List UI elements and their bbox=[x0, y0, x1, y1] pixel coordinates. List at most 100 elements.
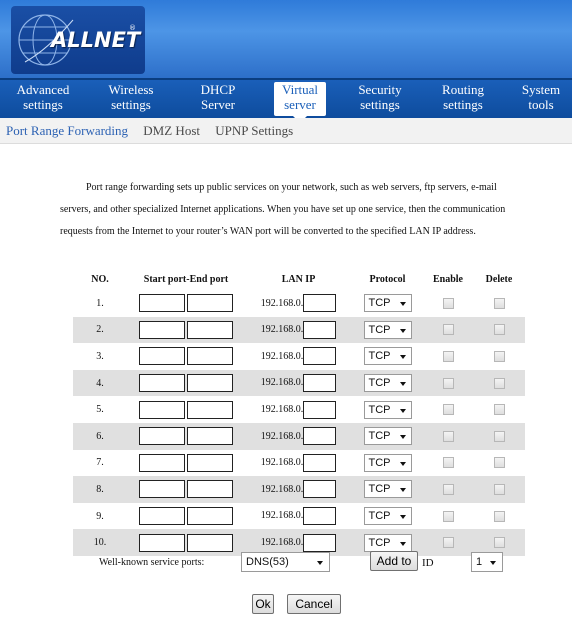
lan-ip-cell: 192.168.0. bbox=[245, 476, 352, 503]
enable-cell bbox=[423, 502, 473, 530]
protocol-select[interactable]: TCP bbox=[363, 427, 412, 446]
delete-checkbox[interactable] bbox=[493, 537, 505, 549]
protocol-select[interactable]: TCP bbox=[363, 507, 412, 526]
protocol-select[interactable]: TCP bbox=[363, 294, 412, 313]
lan-ip-input[interactable] bbox=[303, 427, 337, 446]
protocol-cell: TCP bbox=[352, 449, 423, 477]
nav-label-line2: settings bbox=[443, 97, 483, 112]
nav-advanced-settings[interactable]: Advanced settings bbox=[8, 82, 78, 116]
end-port-input[interactable] bbox=[187, 400, 233, 419]
delete-checkbox[interactable] bbox=[493, 404, 505, 416]
protocol-select[interactable]: TCP bbox=[363, 400, 412, 419]
end-port-input[interactable] bbox=[187, 427, 233, 446]
protocol-select[interactable]: TCP bbox=[363, 347, 412, 366]
start-port-input[interactable] bbox=[139, 374, 185, 393]
brand-logo: ALLNET ® bbox=[11, 6, 145, 74]
lan-ip-input[interactable] bbox=[303, 453, 337, 472]
lan-ip-input[interactable] bbox=[303, 480, 337, 499]
chevron-down-icon bbox=[399, 515, 406, 520]
well-known-select[interactable]: DNS(53) bbox=[241, 552, 330, 572]
nav-system-tools[interactable]: System tools bbox=[516, 82, 566, 116]
nav-label-line2: server bbox=[284, 97, 316, 112]
nav-label-line1: Wireless bbox=[108, 82, 154, 97]
ok-button[interactable]: Ok bbox=[252, 594, 274, 614]
nav-label-line2: settings bbox=[23, 97, 63, 112]
end-port-input[interactable] bbox=[187, 507, 233, 526]
nav-virtual-server[interactable]: Virtual server bbox=[274, 82, 326, 123]
lan-ip-input[interactable] bbox=[303, 507, 337, 526]
enable-checkbox[interactable] bbox=[442, 377, 454, 389]
header-banner: ALLNET ® bbox=[0, 0, 572, 78]
chevron-down-icon bbox=[399, 328, 406, 333]
delete-checkbox[interactable] bbox=[493, 351, 505, 363]
subnav-dmz-host[interactable]: DMZ Host bbox=[143, 123, 200, 138]
header-enable: Enable bbox=[423, 268, 473, 290]
delete-checkbox[interactable] bbox=[493, 377, 505, 389]
enable-cell bbox=[423, 396, 473, 423]
protocol-select[interactable]: TCP bbox=[363, 320, 412, 339]
row-number: 5. bbox=[73, 396, 127, 423]
enable-checkbox[interactable] bbox=[442, 484, 454, 496]
lan-ip-input[interactable] bbox=[303, 320, 337, 339]
enable-checkbox[interactable] bbox=[442, 404, 454, 416]
enable-checkbox[interactable] bbox=[442, 537, 454, 549]
nav-label-line1: Advanced bbox=[16, 82, 70, 97]
delete-cell bbox=[473, 290, 525, 317]
protocol-select[interactable]: TCP bbox=[363, 480, 412, 499]
delete-checkbox[interactable] bbox=[493, 297, 505, 309]
protocol-select[interactable]: TCP bbox=[363, 453, 412, 472]
enable-checkbox[interactable] bbox=[442, 510, 454, 522]
enable-checkbox[interactable] bbox=[442, 297, 454, 309]
delete-checkbox[interactable] bbox=[493, 430, 505, 442]
port-range-cell bbox=[127, 422, 245, 450]
well-known-value: DNS(53) bbox=[246, 556, 289, 568]
delete-checkbox[interactable] bbox=[493, 457, 505, 469]
row-number: 7. bbox=[73, 449, 127, 477]
subnav-upnp-settings[interactable]: UPNP Settings bbox=[215, 123, 293, 138]
delete-checkbox[interactable] bbox=[493, 484, 505, 496]
start-port-input[interactable] bbox=[139, 480, 185, 499]
nav-label-line2: Server bbox=[201, 97, 235, 112]
nav-label-line1: DHCP bbox=[200, 82, 236, 97]
table-row: 1. 192.168.0. TCP bbox=[73, 290, 525, 317]
end-port-input[interactable] bbox=[187, 294, 233, 313]
nav-dhcp-server[interactable]: DHCP Server bbox=[188, 82, 248, 116]
id-select[interactable]: 1 bbox=[471, 552, 503, 572]
start-port-input[interactable] bbox=[139, 427, 185, 446]
nav-wireless-settings[interactable]: Wireless settings bbox=[98, 82, 164, 116]
nav-routing-settings[interactable]: Routing settings bbox=[432, 82, 494, 116]
lan-ip-input[interactable] bbox=[303, 374, 337, 393]
start-port-input[interactable] bbox=[139, 400, 185, 419]
lan-ip-input[interactable] bbox=[303, 347, 337, 366]
protocol-select[interactable]: TCP bbox=[363, 374, 412, 393]
cancel-button[interactable]: Cancel bbox=[287, 594, 341, 614]
start-port-input[interactable] bbox=[139, 453, 185, 472]
start-port-input[interactable] bbox=[139, 347, 185, 366]
lan-ip-input[interactable] bbox=[303, 294, 337, 313]
enable-checkbox[interactable] bbox=[442, 457, 454, 469]
lan-ip-input[interactable] bbox=[303, 400, 337, 419]
header-no: NO. bbox=[73, 268, 127, 290]
enable-cell bbox=[423, 449, 473, 477]
add-to-button[interactable]: Add to bbox=[370, 551, 418, 571]
protocol-value: TCP bbox=[368, 350, 391, 363]
enable-checkbox[interactable] bbox=[442, 430, 454, 442]
enable-checkbox[interactable] bbox=[442, 351, 454, 363]
start-port-input[interactable] bbox=[139, 294, 185, 313]
end-port-input[interactable] bbox=[187, 347, 233, 366]
enable-checkbox[interactable] bbox=[442, 324, 454, 336]
start-port-input[interactable] bbox=[139, 320, 185, 339]
subnav-port-range-forwarding[interactable]: Port Range Forwarding bbox=[6, 123, 128, 138]
nav-security-settings[interactable]: Security settings bbox=[348, 82, 412, 116]
end-port-input[interactable] bbox=[187, 374, 233, 393]
end-port-input[interactable] bbox=[187, 453, 233, 472]
nav-label-line1: Virtual bbox=[281, 82, 319, 97]
lan-ip-cell: 192.168.0. bbox=[245, 343, 352, 370]
delete-checkbox[interactable] bbox=[493, 510, 505, 522]
header-lan-ip: LAN IP bbox=[245, 268, 352, 290]
end-port-input[interactable] bbox=[187, 320, 233, 339]
protocol-cell: TCP bbox=[352, 396, 423, 423]
start-port-input[interactable] bbox=[139, 507, 185, 526]
delete-checkbox[interactable] bbox=[493, 324, 505, 336]
end-port-input[interactable] bbox=[187, 480, 233, 499]
